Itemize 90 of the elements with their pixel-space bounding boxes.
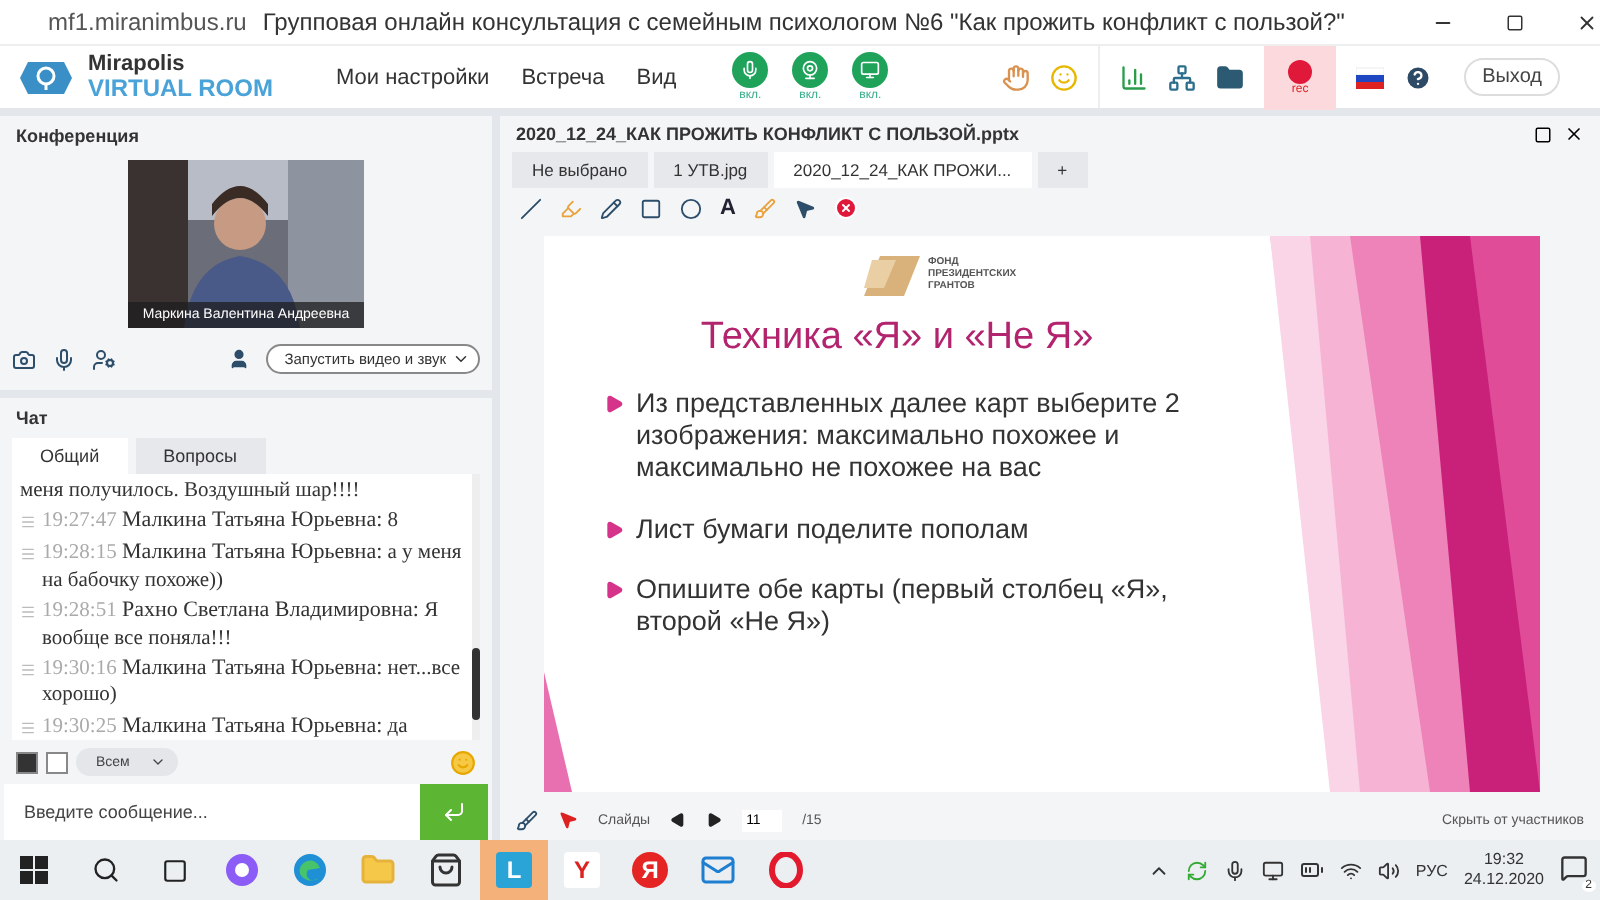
help-icon[interactable] — [1404, 63, 1433, 91]
microphone-icon — [740, 60, 761, 80]
microphone-icon[interactable] — [1223, 859, 1246, 881]
document-title: 2020_12_24_КАК ПРОЖИТЬ КОНФЛИКТ С ПОЛЬЗОЙ.pptx — [516, 124, 1021, 144]
caret-icon — [452, 350, 470, 368]
menu-item[interactable]: Вид — [620, 65, 693, 89]
scrollbar-thumb[interactable] — [472, 648, 480, 720]
chat-message: 19:30:16 Малкина Татьяна Юрьевна: нет...все хорошо) — [42, 655, 463, 709]
monitor-icon[interactable] — [1261, 859, 1284, 881]
add-tab-button[interactable]: + — [1037, 152, 1088, 188]
user-icon — [228, 348, 251, 370]
language-indicator[interactable]: РУС — [1415, 861, 1448, 879]
network-icon[interactable] — [1168, 63, 1197, 91]
bullet-text: Из представленных далее карт выберите 2 изображения: максимально похожее и максимально не похожее на вас — [636, 388, 1182, 486]
edge-icon — [292, 852, 328, 888]
hand-icon[interactable] — [1002, 63, 1031, 91]
logo-text: VIRTUAL ROOM — [88, 76, 273, 100]
folder-icon[interactable] — [1216, 63, 1245, 91]
flag-icon[interactable] — [1356, 63, 1385, 91]
chat-tab[interactable]: Общий — [12, 438, 128, 474]
chat-message: 19:28:15 Малкина Татьяна Юрьевна: а у меня на бабочку похоже)) — [42, 539, 464, 594]
chat-message: 19:28:51 Рахно Светлана Владимировна: Я вообще все поняла!!! — [42, 597, 441, 652]
line-tool-icon[interactable] — [520, 197, 542, 219]
bag-icon — [428, 852, 464, 888]
fund-logo-icon — [864, 256, 920, 296]
ring-icon — [768, 852, 804, 888]
microphone-icon[interactable] — [52, 347, 76, 371]
clock-date: 24.12.2020 — [1463, 870, 1544, 891]
chat-message: меня получилось. Воздушный шар!!!! — [20, 478, 360, 505]
triangle-icon — [604, 519, 624, 540]
triangle-icon — [604, 394, 624, 414]
notification-icon[interactable] — [1560, 854, 1588, 882]
pointer-icon[interactable] — [558, 810, 578, 830]
mail-icon — [700, 852, 736, 888]
app-icon[interactable]: Y — [564, 852, 600, 888]
triangle-icon — [604, 579, 624, 600]
webcam-icon — [800, 60, 821, 80]
volume-icon[interactable] — [1377, 859, 1400, 881]
slide-title: Техника «Я» и «Не Я» — [698, 316, 1096, 360]
maximize-icon[interactable] — [1534, 125, 1552, 143]
next-icon[interactable] — [706, 812, 723, 828]
logo-icon — [20, 57, 72, 97]
folder-icon — [360, 852, 396, 888]
bullet-text: Опишите обе карты (первый столбец «Я», второй «Не Я») — [636, 573, 1170, 639]
pointer-icon[interactable] — [793, 197, 816, 219]
menu-item[interactable]: Встреча — [505, 65, 621, 89]
sphere-icon — [224, 852, 260, 888]
panel-title: Конференция — [14, 124, 141, 150]
document-tab[interactable]: 2020_12_24_КАК ПРОЖИ... — [773, 152, 1032, 188]
page-title: Групповая онлайн консультация с семейным психологом №6 "Как прожить конфликт с пользой?" — [262, 8, 1345, 36]
user-settings-icon[interactable] — [92, 347, 116, 371]
wifi-icon[interactable] — [1339, 859, 1362, 881]
exit-button[interactable]: Выход — [1464, 58, 1560, 96]
address-url[interactable]: mf1.miranimbus.ru — [48, 8, 247, 36]
previous-icon[interactable] — [670, 812, 687, 828]
message-input[interactable]: Введите сообщение... — [4, 784, 420, 840]
menu-item[interactable]: Мои настройки — [320, 65, 506, 89]
search-icon — [92, 856, 120, 884]
taskbar-app[interactable]: Y — [548, 840, 616, 900]
document-tab[interactable]: 1 УТВ.jpg — [653, 152, 768, 188]
sync-icon[interactable] — [1185, 859, 1208, 881]
chat-tab[interactable]: Вопросы — [135, 438, 265, 474]
close-icon[interactable] — [1576, 11, 1599, 33]
panel-title: Чат — [14, 406, 50, 432]
chart-icon[interactable] — [1120, 63, 1149, 91]
camera-icon[interactable] — [12, 347, 36, 371]
app-icon[interactable]: Я — [632, 852, 668, 888]
pencil-icon[interactable] — [600, 197, 622, 219]
rectangle-tool-icon[interactable] — [640, 197, 662, 219]
document-tab[interactable]: Не выбрано — [512, 152, 648, 188]
caret-icon — [149, 754, 166, 770]
maximize-icon[interactable] — [1506, 13, 1525, 31]
text-tool[interactable]: A — [720, 196, 736, 220]
background-color-swatch[interactable] — [46, 751, 68, 773]
battery-icon[interactable] — [1299, 858, 1324, 882]
monitor-icon — [860, 60, 881, 80]
clear-icon[interactable] — [833, 196, 858, 220]
taskbar-app[interactable]: Я — [616, 840, 684, 900]
bullet-text: Лист бумаги поделите пополам — [636, 513, 1031, 546]
circle-tool-icon[interactable] — [680, 197, 702, 219]
task-view-icon — [161, 857, 187, 883]
close-icon[interactable] — [1564, 124, 1584, 144]
text-color-swatch[interactable] — [16, 751, 38, 773]
clock-time: 19:32 — [1483, 849, 1524, 870]
windows-icon[interactable] — [20, 856, 48, 884]
chat-message: 19:27:47 Малкина Татьяна Юрьевна: 8 — [42, 508, 399, 536]
chat-message: 19:30:25 Малкина Татьяна Юрьевна: да — [42, 713, 408, 740]
enter-icon — [442, 800, 466, 824]
brush-icon[interactable] — [516, 809, 538, 831]
logo-text: Mirapolis — [88, 54, 187, 76]
